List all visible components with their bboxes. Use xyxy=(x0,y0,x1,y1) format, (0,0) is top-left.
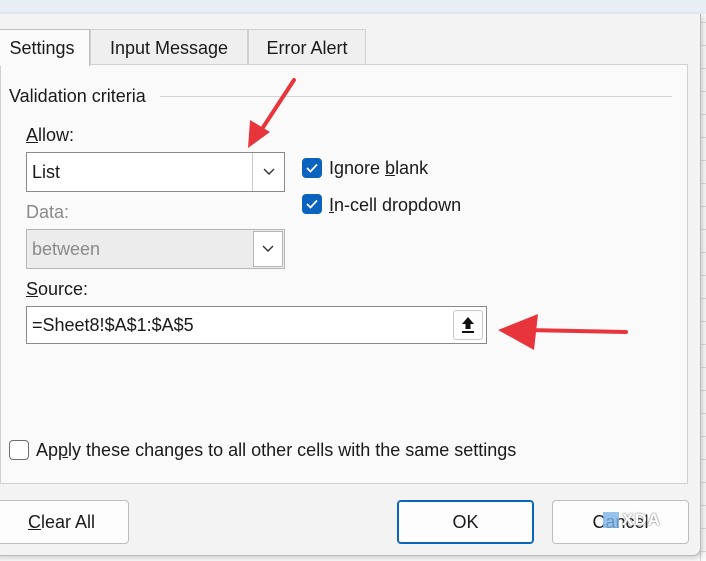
clear-all-button[interactable]: Clear All xyxy=(0,500,129,544)
ok-button[interactable]: OK xyxy=(397,500,534,544)
source-field[interactable]: =Sheet8!$A$1:$A$5 xyxy=(26,306,487,344)
window-top-strip xyxy=(0,0,706,14)
watermark-logo-icon xyxy=(603,512,619,528)
data-dropdown[interactable]: between xyxy=(26,229,285,269)
apply-all-label[interactable]: Apply these changes to all other cells w… xyxy=(36,440,516,461)
source-label: Source: xyxy=(26,279,88,300)
apply-all-pre: Ap xyxy=(36,440,59,460)
checkmark-icon xyxy=(306,163,318,173)
settings-panel xyxy=(0,64,688,484)
chevron-down-icon[interactable] xyxy=(253,231,283,267)
ignore-blank-pre: Ignore xyxy=(329,158,386,178)
allow-value: List xyxy=(32,162,61,182)
tab-input-message-label: Input Message xyxy=(109,38,229,58)
allow-label-accel: A xyxy=(26,125,39,145)
in-cell-dropdown-post: n-cell dropdown xyxy=(334,195,462,215)
allow-label-rest: llow: xyxy=(38,125,75,145)
collapse-dialog-button[interactable] xyxy=(453,310,483,340)
watermark-text: XDA xyxy=(622,510,661,529)
ignore-blank-post: lank xyxy=(395,158,429,178)
in-cell-dropdown-label[interactable]: In-cell dropdown xyxy=(329,195,461,216)
tab-error-alert-label: Error Alert xyxy=(266,38,348,58)
source-label-rest: ource: xyxy=(38,279,89,299)
collapse-dialog-icon xyxy=(462,317,474,333)
checkmark-icon xyxy=(306,199,318,209)
tab-input-message[interactable]: Input Message xyxy=(90,29,248,65)
tab-settings-label: Settings xyxy=(9,38,75,58)
apply-all-accel: p xyxy=(58,440,69,460)
tab-settings[interactable]: Settings xyxy=(0,29,90,66)
clear-all-rest: lear All xyxy=(40,512,96,532)
group-title: Validation criteria xyxy=(9,86,152,107)
ignore-blank-label[interactable]: Ignore blank xyxy=(329,158,428,179)
allow-label: Allow: xyxy=(26,125,74,146)
ignore-blank-accel: b xyxy=(385,158,396,178)
apply-all-checkbox[interactable] xyxy=(9,440,29,460)
in-cell-dropdown-checkbox[interactable] xyxy=(302,194,322,214)
clear-all-accel: C xyxy=(27,512,41,532)
allow-dropdown[interactable]: List xyxy=(26,152,285,192)
ignore-blank-checkbox[interactable] xyxy=(302,158,322,178)
tab-error-alert[interactable]: Error Alert xyxy=(248,29,366,65)
watermark: XDA xyxy=(603,507,675,533)
data-label: Data: xyxy=(26,202,70,222)
group-divider xyxy=(160,96,672,97)
source-label-accel: S xyxy=(26,279,39,299)
source-value[interactable]: =Sheet8!$A$1:$A$5 xyxy=(32,307,194,343)
data-value: between xyxy=(32,239,101,259)
apply-all-post: ly these changes to all other cells with… xyxy=(68,440,517,460)
chevron-down-icon[interactable] xyxy=(252,153,284,191)
